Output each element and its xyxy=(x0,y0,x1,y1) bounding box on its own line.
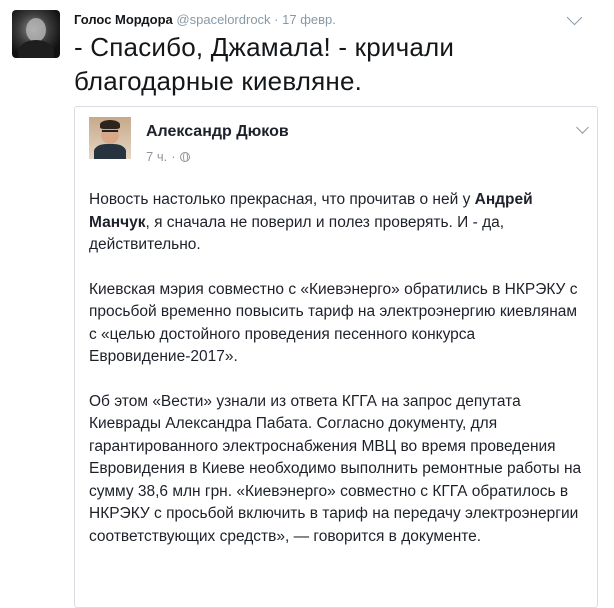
user-avatar-icon[interactable] xyxy=(12,10,60,58)
post-paragraph-1: Новость настолько прекрасная, что прочит… xyxy=(89,189,589,257)
paragraph-1-text: Новость настолько прекрасная, что прочит… xyxy=(89,191,475,208)
post-paragraph-3: Об этом «Вести» узнали из ответа КГГА на… xyxy=(89,392,582,545)
tweet-handle[interactable]: @spacelordrock xyxy=(176,12,270,27)
post-meta: 7 ч. · xyxy=(146,149,190,164)
post-author-name[interactable]: Александр Дюков xyxy=(146,123,289,141)
header-separator: · xyxy=(274,12,279,27)
post-menu-chevron-down-icon[interactable] xyxy=(576,121,589,134)
embedded-facebook-post[interactable]: Александр Дюков 7 ч. · Новость настолько… xyxy=(74,106,598,608)
globe-icon xyxy=(179,151,190,162)
paragraph-1-text-end: , я сначала не поверил и полез проверять… xyxy=(89,213,505,254)
post-time[interactable]: 7 ч. xyxy=(146,149,167,164)
post-body: Новость настолько прекрасная, что прочит… xyxy=(89,189,589,570)
tweet: Голос Мордора @spacelordrock · 17 февр. … xyxy=(0,0,614,608)
tweet-date[interactable]: 17 февр. xyxy=(282,12,336,27)
meta-separator: · xyxy=(171,149,176,164)
post-paragraph-2: Киевская мэрия совместно с «Киевэнерго» … xyxy=(89,280,578,366)
tweet-header: Голос Мордора @spacelordrock · 17 февр. xyxy=(74,12,336,28)
tweet-author-name[interactable]: Голос Мордора xyxy=(74,12,173,27)
tweet-text: - Спасибо, Джамала! - кричали благодарны… xyxy=(74,32,455,96)
chevron-down-icon[interactable] xyxy=(566,9,583,26)
post-author-avatar[interactable] xyxy=(89,117,131,159)
